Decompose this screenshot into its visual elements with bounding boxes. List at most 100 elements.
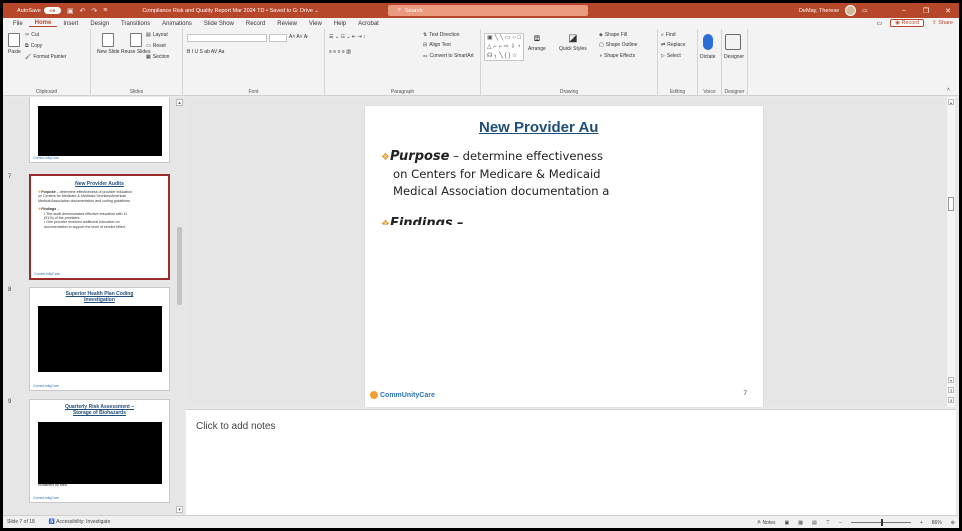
tab-slide-show[interactable]: Slide Show	[198, 21, 240, 27]
collapse-ribbon-icon[interactable]: ˄	[947, 87, 950, 93]
tab-view[interactable]: View	[303, 21, 328, 27]
find-button[interactable]: ⌕ Find	[661, 32, 676, 38]
thumbnail-scroll-thumb[interactable]	[177, 227, 182, 305]
slideshow-view-icon[interactable]: ⊤	[826, 520, 830, 526]
tab-design[interactable]: Design	[84, 21, 115, 27]
zoom-slider[interactable]	[850, 519, 911, 526]
tab-animations[interactable]: Animations	[156, 21, 198, 27]
new-slide-button[interactable]: New Slide	[97, 33, 120, 55]
reset-button[interactable]: ▭ Reset	[146, 43, 166, 49]
replace-button[interactable]: ⇄ Replace	[661, 42, 686, 48]
thumbnail-slide-9[interactable]: Quarterly Risk Assessment – Storage of B…	[29, 399, 170, 503]
arrange-button[interactable]: ⧈ Arrange	[528, 33, 546, 52]
new-slide-label: New Slide	[97, 49, 120, 55]
tab-file[interactable]: File	[7, 21, 29, 27]
redo-icon[interactable]: ↷	[91, 7, 97, 15]
font-size-field[interactable]	[269, 34, 287, 42]
format-painter-button[interactable]: 🖌 Format Painter	[25, 54, 66, 60]
dictate-label[interactable]: Dictate	[700, 54, 716, 60]
tab-acrobat[interactable]: Acrobat	[352, 21, 385, 27]
notes-placeholder[interactable]: Click to add notes	[196, 421, 276, 432]
layout-button[interactable]: ▤ Layout	[146, 32, 168, 38]
fit-slide-icon[interactable]: ⊕	[951, 520, 955, 526]
previous-slide-icon[interactable]: ⇞	[948, 387, 954, 393]
shape-fill-button[interactable]: ◈ Shape Fill	[599, 32, 627, 38]
comments-icon[interactable]: ▭	[876, 20, 882, 27]
slide-scrollbar[interactable]: ▴ ▾ ⇞ ⇟	[947, 97, 955, 407]
notes-pane[interactable]: Click to add notes	[186, 409, 956, 515]
share-button[interactable]: ⇪ Share	[932, 20, 953, 26]
zoom-level[interactable]: 86%	[932, 520, 942, 526]
dictate-mic-icon[interactable]	[703, 34, 713, 50]
text-direction-button[interactable]: ⇅ Text Direction	[423, 32, 460, 38]
normal-view-icon[interactable]: ▣	[785, 520, 790, 526]
autosave-toggle[interactable]: Off	[43, 7, 61, 14]
tab-help[interactable]: Help	[328, 21, 352, 27]
tab-home[interactable]: Home	[28, 20, 58, 27]
shape-effects-button[interactable]: ◑ Shape Effects	[599, 53, 635, 59]
avatar[interactable]	[845, 5, 857, 16]
thumbnail-slide-7[interactable]: New Provider Audits ❖Purpose – determine…	[29, 174, 170, 280]
thumbnail-title-line2: Investigation	[84, 297, 115, 303]
paste-button[interactable]: Paste	[8, 33, 21, 55]
copy-button[interactable]: ⧉ Copy	[25, 43, 42, 49]
shapes-gallery[interactable]: ▣ ╲ ╲ ▭ ○ □ △ ⌐ ⌐ ⇨ ⇩ ◔ ☊ ╮ ╲ { } ☆	[484, 33, 524, 61]
user-area[interactable]: DeMay, Therese ▭	[799, 3, 867, 18]
thumbnail-slide-8[interactable]: Superior Health Plan Coding Investigatio…	[29, 287, 170, 391]
thumbnail-finding2-line1: One provider received additional educati…	[46, 220, 120, 225]
align-text-button[interactable]: ⊟ Align Text	[423, 42, 451, 48]
font-size-buttons[interactable]: A˄ A˅ A̷	[289, 34, 307, 40]
font-format-row[interactable]: B I U S ab AV Aa	[187, 49, 224, 55]
zoom-slider-knob[interactable]	[880, 519, 883, 526]
autosave-control[interactable]: AutoSave Off	[17, 7, 61, 14]
tab-record[interactable]: Record	[240, 21, 271, 27]
font-name-field[interactable]	[187, 34, 267, 42]
slide-page-number: 7	[743, 390, 747, 397]
designer-button-label[interactable]: Designer	[724, 54, 744, 60]
record-button[interactable]: ◉ Record	[890, 19, 925, 27]
thumbnail-slide-6[interactable]: CommUnityCare	[29, 97, 170, 163]
cut-button[interactable]: ✂ Cut	[25, 32, 39, 38]
scroll-up-icon[interactable]: ▴	[948, 99, 954, 105]
designer-icon[interactable]	[725, 34, 741, 50]
drawing-group: ▣ ╲ ╲ ▭ ○ □ △ ⌐ ⌐ ⇨ ⇩ ◔ ☊ ╮ ╲ { } ☆ ⧈ Arra…	[481, 29, 658, 96]
slide-title[interactable]: New Provider Au	[479, 119, 598, 136]
customize-qat-icon[interactable]: ≡	[103, 7, 107, 14]
slide-scroll-thumb[interactable]	[948, 197, 954, 211]
close-icon[interactable]: ✕	[937, 7, 959, 15]
scroll-up-icon[interactable]: ▴	[176, 99, 183, 106]
minimize-icon[interactable]: –	[893, 7, 915, 14]
next-slide-icon[interactable]: ⇟	[948, 397, 954, 403]
select-button[interactable]: ▷ Select	[661, 53, 681, 59]
ribbon-display-icon[interactable]: ▭	[862, 8, 867, 14]
save-icon[interactable]: ▣	[67, 7, 74, 15]
document-title[interactable]: Compliance Risk and Quality Report Mar 2…	[142, 8, 319, 14]
zoom-out-icon[interactable]: –	[839, 520, 842, 526]
slide-body[interactable]: ❖Purpose – determine effectiveness on Ce…	[381, 148, 609, 225]
convert-smartart-button[interactable]: ⚏ Convert to SmartArt	[423, 53, 474, 59]
menu-right-actions: ▭ ◉ Record ⇪ Share	[876, 19, 953, 27]
tab-review[interactable]: Review	[271, 21, 303, 27]
search-box[interactable]: ⌕ Search	[388, 5, 588, 16]
scroll-down-icon[interactable]: ▾	[948, 377, 954, 383]
shape-outline-button[interactable]: ▢ Shape Outline	[599, 42, 637, 48]
section-button[interactable]: ▦ Section	[146, 54, 169, 60]
search-icon: ⌕	[398, 7, 402, 13]
arrange-label: Arrange	[528, 46, 546, 52]
undo-icon[interactable]: ↶	[79, 7, 85, 15]
current-slide[interactable]: New Provider Au ❖Purpose – determine eff…	[365, 106, 763, 407]
accessibility-status[interactable]: ♿ Accessibility: Investigate	[49, 519, 111, 525]
tab-transitions[interactable]: Transitions	[115, 21, 156, 27]
notes-toggle[interactable]: ≙ Notes	[757, 520, 776, 526]
reading-view-icon[interactable]: ▤	[812, 520, 817, 526]
restore-icon[interactable]: ❐	[915, 7, 937, 15]
new-slide-icon	[102, 33, 115, 47]
quick-styles-button[interactable]: ◪ Quick Styles	[559, 33, 587, 52]
alignment-buttons[interactable]: ≡ ≡ ≡ ≡ ▥	[329, 49, 351, 55]
bullets-numbering[interactable]: ☰ ⌄ ☷ ⌄ ⇤ ⇥ ↕	[329, 34, 366, 40]
scroll-down-icon[interactable]: ▾	[176, 506, 183, 513]
zoom-in-icon[interactable]: +	[920, 520, 923, 526]
slide-sorter-icon[interactable]: ▦	[798, 520, 803, 526]
tab-insert[interactable]: Insert	[57, 21, 84, 27]
thumbnail-scrollbar[interactable]: ▴ ▾	[176, 99, 183, 513]
